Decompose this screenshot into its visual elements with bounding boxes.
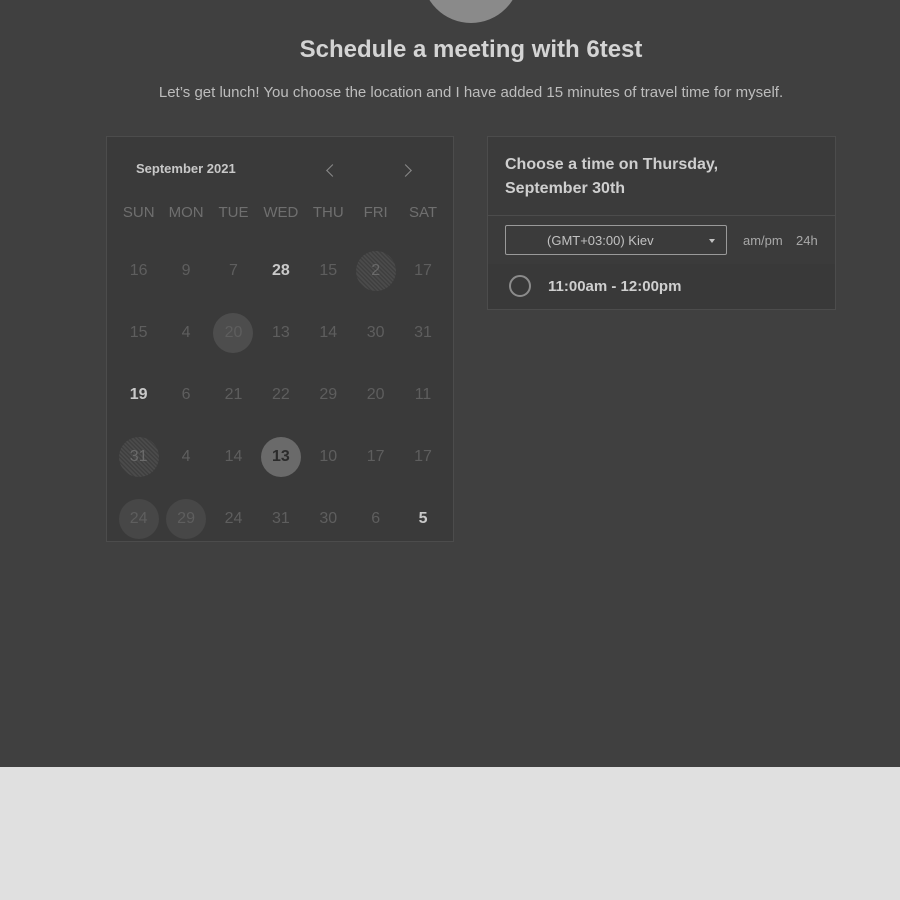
weekday-label: WED <box>263 204 299 221</box>
calendar-day: 29 <box>319 386 338 403</box>
chevron-left-icon <box>326 164 339 177</box>
calendar-day: 14 <box>224 448 243 465</box>
weekday-label: TUE <box>218 204 249 221</box>
calendar-day: 7 <box>229 262 238 279</box>
scheduler-page: Schedule a meeting with 6test Let’s get … <box>0 0 900 767</box>
calendar-day: 30 <box>319 510 338 527</box>
calendar-day: 13 <box>271 324 290 341</box>
weekday-label: FRI <box>363 204 388 221</box>
calendar-day-marked: 29 <box>162 488 209 550</box>
calendar-day-marked: 24 <box>115 488 162 550</box>
calendar-day: 9 <box>181 262 191 279</box>
calendar-day: 16 <box>129 262 148 279</box>
calendar-month-label: September 2021 <box>136 161 236 176</box>
calendar-day-marked: 31 <box>115 426 162 488</box>
calendar-day: 20 <box>366 386 385 403</box>
calendar-day: 11 <box>414 386 432 403</box>
calendar-day: 15 <box>129 324 148 341</box>
ampm-format-toggle[interactable]: am/pm <box>743 233 783 248</box>
calendar-day: 31 <box>271 510 290 527</box>
timezone-value: (GMT+03:00) Kiev <box>547 233 654 248</box>
timezone-select[interactable]: (GMT+03:00) Kiev <box>505 225 727 255</box>
radio-button-icon[interactable] <box>509 275 531 297</box>
calendar-day-marked: 20 <box>210 302 257 364</box>
meeting-description: Let’s get lunch! You choose the location… <box>158 84 784 101</box>
calendar-day-available[interactable]: 28 <box>257 240 304 302</box>
calendar-day: 31 <box>414 324 432 341</box>
calendar-day: 24 <box>224 510 243 527</box>
calendar-day: 17 <box>414 448 432 465</box>
calendar-day: 6 <box>181 386 191 403</box>
weekday-header: SUN MON TUE WED THU FRI SAT <box>115 204 447 221</box>
calendar-day-available[interactable]: 5 <box>399 488 446 550</box>
host-avatar <box>422 0 520 23</box>
calendar-week: 16 9 7 28 15 2 17 <box>115 240 447 302</box>
calendar-grid: 16 9 7 28 15 2 17 15 4 20 13 14 30 31 19… <box>115 240 447 550</box>
time-selection-panel: Choose a time on Thursday, September 30t… <box>487 136 836 310</box>
divider <box>488 215 835 216</box>
calendar-day: 6 <box>371 510 381 527</box>
calendar-day-marked: 2 <box>352 240 399 302</box>
calendar-day: 14 <box>319 324 338 341</box>
calendar-day: 15 <box>319 262 338 279</box>
calendar-week: 19 6 21 22 29 20 11 <box>115 364 447 426</box>
24h-format-toggle[interactable]: 24h <box>796 233 818 248</box>
calendar-week: 15 4 20 13 14 30 31 <box>115 302 447 364</box>
calendar-day: 4 <box>181 448 191 465</box>
next-month-button[interactable] <box>395 159 419 183</box>
time-slot-label: 11:00am - 12:00pm <box>548 278 682 295</box>
date-picker-calendar: September 2021 SUN MON TUE WED THU FRI S… <box>106 136 454 542</box>
selected-date-heading: Choose a time on Thursday, September 30t… <box>505 156 719 197</box>
calendar-day: 4 <box>181 324 191 341</box>
calendar-day-selected[interactable]: 13 <box>257 426 304 488</box>
time-slot-option[interactable]: 11:00am - 12:00pm <box>488 264 835 309</box>
calendar-day: 10 <box>319 448 338 465</box>
calendar-day: 22 <box>271 386 290 403</box>
weekday-label: SAT <box>409 204 438 221</box>
previous-month-button[interactable] <box>318 159 342 183</box>
chevron-right-icon <box>399 164 412 177</box>
calendar-day: 17 <box>366 448 385 465</box>
weekday-label: THU <box>312 204 344 221</box>
weekday-label: SUN <box>122 204 155 221</box>
page-title: Schedule a meeting with 6test <box>299 36 643 63</box>
caret-down-icon <box>709 239 715 243</box>
calendar-day: 21 <box>224 386 243 403</box>
calendar-day: 17 <box>414 262 432 279</box>
calendar-week: 31 4 14 13 10 17 17 <box>115 426 447 488</box>
calendar-week: 24 29 24 31 30 6 5 <box>115 488 447 550</box>
calendar-day-available[interactable]: 19 <box>115 364 162 426</box>
calendar-day: 30 <box>366 324 385 341</box>
weekday-label: MON <box>168 204 204 221</box>
